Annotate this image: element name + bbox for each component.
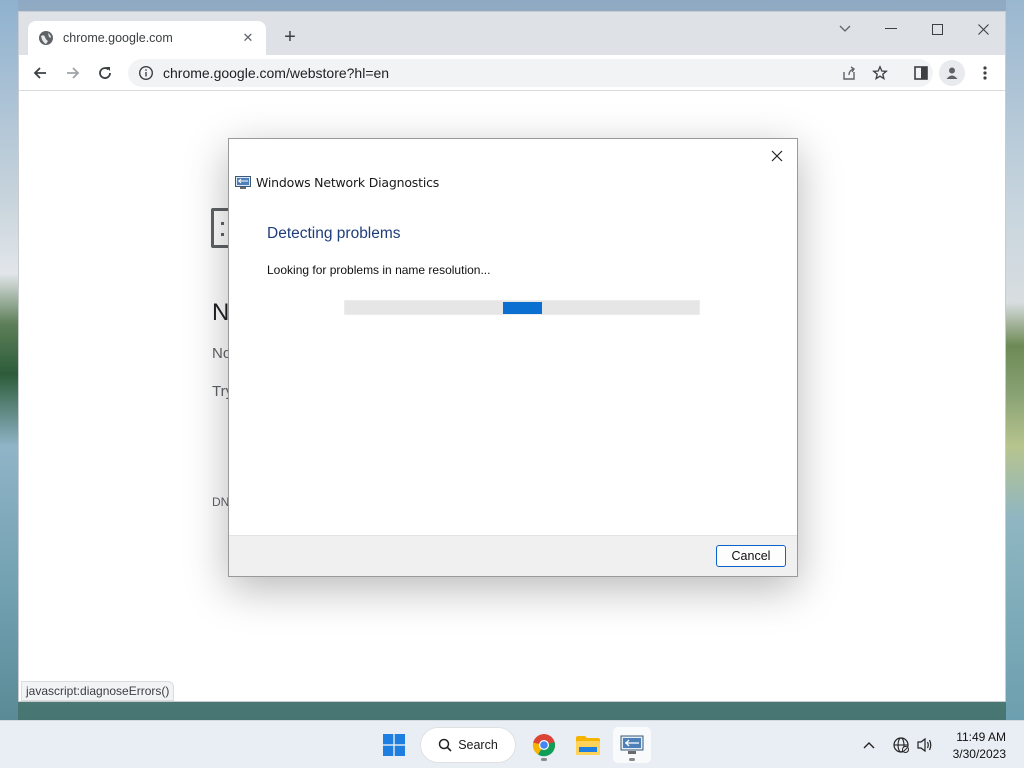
volume-tray-icon[interactable] [914, 727, 936, 763]
progress-bar [344, 300, 700, 315]
browser-toolbar: chrome.google.com/webstore?hl=en [19, 55, 1005, 91]
network-tray-icon[interactable] [890, 727, 912, 763]
forward-button[interactable] [60, 60, 86, 86]
dialog-close-button[interactable] [763, 144, 791, 168]
error-code: DN [212, 495, 230, 509]
minimize-button[interactable] [876, 17, 906, 41]
clock-time: 11:49 AM [956, 730, 1006, 744]
new-tab-button[interactable]: + [278, 25, 302, 49]
taskbar-file-explorer[interactable] [570, 727, 606, 763]
browser-tab[interactable]: chrome.google.com ✕ [28, 21, 266, 55]
windows-logo-icon [383, 734, 405, 756]
maximize-button[interactable] [922, 17, 952, 41]
back-button[interactable] [27, 60, 53, 86]
taskbar-clock[interactable]: 11:49 AM 3/30/2023 [953, 729, 1006, 763]
chevron-up-icon [863, 742, 875, 749]
clock-date: 3/30/2023 [952, 747, 1006, 761]
network-diagnostics-dialog: Windows Network Diagnostics Detecting pr… [228, 138, 798, 577]
side-panel-icon[interactable] [908, 60, 934, 86]
dialog-status-text: Looking for problems in name resolution.… [267, 263, 491, 277]
close-window-button[interactable] [968, 17, 998, 41]
taskbar: Search 11:49 AM 3/30/2023 [0, 720, 1024, 768]
running-indicator [629, 758, 635, 761]
title-bar: chrome.google.com ✕ + [19, 12, 1005, 55]
reload-button[interactable] [92, 60, 118, 86]
desktop-wallpaper-right [1006, 0, 1024, 720]
address-bar[interactable]: chrome.google.com/webstore?hl=en [128, 59, 933, 87]
start-button[interactable] [376, 727, 412, 763]
profile-avatar-icon[interactable] [939, 60, 965, 86]
tab-close-icon[interactable]: ✕ [240, 30, 256, 46]
share-icon[interactable] [838, 62, 860, 84]
folder-icon [576, 736, 600, 755]
taskbar-search[interactable]: Search [420, 727, 516, 763]
site-info-icon[interactable] [138, 65, 154, 81]
dialog-footer: Cancel [229, 535, 797, 576]
menu-kebab-icon[interactable] [972, 60, 998, 86]
status-bubble: javascript:diagnoseErrors() [21, 681, 175, 701]
progress-indicator [503, 302, 542, 314]
globe-icon [39, 31, 53, 45]
dialog-app-title: Windows Network Diagnostics [256, 175, 440, 190]
desktop-wallpaper-left [0, 0, 18, 720]
search-label: Search [458, 738, 498, 752]
tab-search-chevron-icon[interactable] [830, 17, 860, 41]
show-hidden-icons-button[interactable] [858, 727, 880, 763]
bookmark-star-icon[interactable] [869, 62, 891, 84]
search-icon [438, 738, 452, 752]
error-heading: N [212, 299, 230, 326]
taskbar-chrome[interactable] [526, 727, 562, 763]
network-diagnostics-taskbar-icon [620, 735, 644, 754]
running-indicator [541, 758, 547, 761]
tab-title: chrome.google.com [63, 31, 173, 45]
dialog-app-header: Windows Network Diagnostics [235, 175, 439, 190]
network-diagnostics-icon [235, 175, 251, 189]
taskbar-network-diagnostics[interactable] [613, 727, 651, 763]
url-text: chrome.google.com/webstore?hl=en [163, 65, 390, 81]
dialog-heading: Detecting problems [267, 225, 401, 242]
cancel-button[interactable]: Cancel [716, 545, 786, 567]
chrome-icon [532, 734, 556, 757]
